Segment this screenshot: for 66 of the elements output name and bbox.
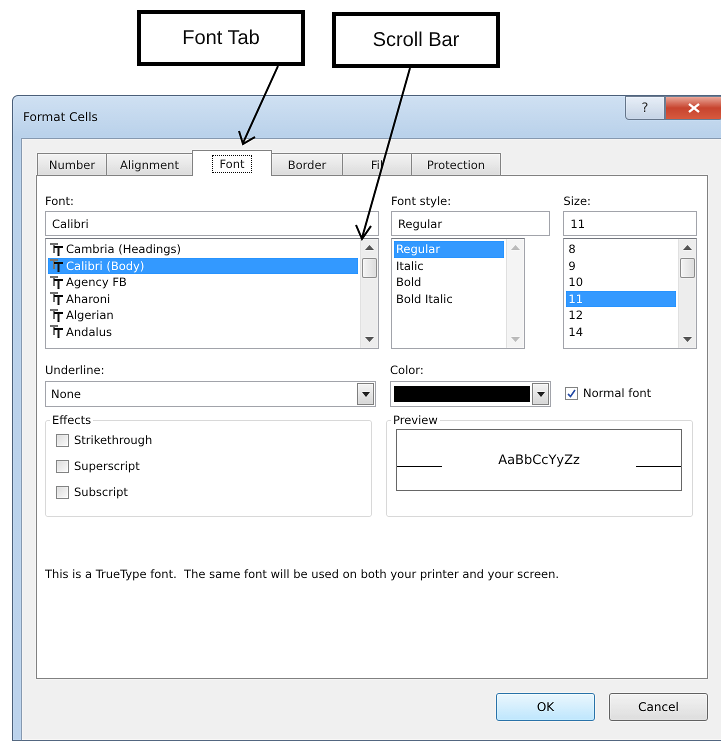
group-title: Preview (392, 413, 439, 427)
color-dropdown[interactable] (390, 381, 551, 407)
tab[interactable]: Font (192, 150, 272, 176)
truetype-icon (50, 292, 63, 306)
checkbox-label: Strikethrough (74, 433, 152, 447)
checkbox[interactable] (56, 434, 69, 446)
font-list-item[interactable]: Andalus (48, 324, 358, 340)
font-style-list-item[interactable]: Italic (394, 258, 504, 274)
size-list-item[interactable]: 9 (566, 258, 676, 274)
scroll-up-icon (364, 245, 374, 250)
preview-sample: AaBbCcYyZz (498, 452, 580, 468)
checkbox[interactable] (565, 386, 578, 400)
scroll-thumb[interactable] (680, 258, 695, 278)
size-label: Size: (563, 194, 592, 210)
font-list-item[interactable]: Cambria (Headings) (48, 241, 358, 258)
group-title: Effects (51, 413, 92, 427)
scroll-down-icon (364, 337, 374, 342)
callout-label: Font Tab (137, 10, 305, 66)
tab[interactable]: Protection (411, 153, 501, 175)
size-list-item[interactable]: 8 (566, 241, 676, 258)
underline-dropdown[interactable]: None (45, 381, 376, 407)
close-icon (688, 103, 700, 113)
font-list-item[interactable]: Aharoni (48, 290, 358, 307)
scrollbar[interactable] (360, 239, 378, 348)
scroll-up-icon (683, 245, 692, 250)
checkbox-label: Subscript (74, 485, 128, 499)
size-list-item[interactable]: 10 (566, 274, 676, 290)
size-input[interactable]: 11 (563, 211, 697, 236)
font-list-item[interactable]: Algerian (48, 307, 358, 324)
truetype-icon (50, 259, 63, 272)
scroll-down-icon (511, 337, 520, 342)
help-button[interactable]: ? (625, 96, 665, 120)
font-style-label: Font style: (390, 194, 452, 210)
scroll-thumb[interactable] (362, 258, 377, 278)
scroll-up-icon (511, 245, 520, 250)
font-style-input[interactable]: Regular (390, 211, 550, 236)
font-style-list-item[interactable]: Bold Italic (394, 290, 504, 307)
dropdown-arrow-icon (536, 392, 544, 396)
ok-button[interactable]: OK (496, 693, 595, 721)
color-label: Color: (390, 363, 425, 379)
truetype-icon (50, 308, 63, 322)
callout-label: Scroll Bar (332, 12, 500, 68)
cancel-button[interactable]: Cancel (609, 693, 708, 721)
font-list-item[interactable]: Agency FB (48, 274, 358, 290)
tab[interactable]: Alignment (106, 153, 193, 175)
checkbox-label: Normal font (583, 386, 652, 400)
close-button[interactable] (665, 96, 721, 120)
checkbox[interactable] (56, 486, 69, 498)
window-title: Format Cells (23, 110, 98, 124)
scroll-down-icon (683, 337, 692, 342)
dropdown-arrow-icon (362, 392, 370, 396)
truetype-icon (50, 325, 63, 338)
font-style-list-item[interactable]: Bold (394, 274, 504, 290)
font-input[interactable]: Calibri (45, 211, 379, 236)
font-label: Font: (45, 194, 75, 210)
truetype-icon (50, 276, 63, 289)
tab[interactable]: Border (271, 153, 343, 175)
truetype-icon (50, 242, 63, 256)
checkbox-label: Superscript (74, 459, 140, 473)
description-text: This is a TrueType font. The same font will be used on both your printer and your screen. (45, 567, 560, 581)
size-list-item[interactable]: 12 (566, 307, 676, 324)
scrollbar[interactable] (678, 239, 696, 348)
tab[interactable]: Number (37, 153, 107, 175)
size-list-item[interactable]: 14 (566, 324, 676, 340)
checkbox[interactable] (56, 460, 69, 472)
underline-label: Underline: (45, 363, 106, 379)
